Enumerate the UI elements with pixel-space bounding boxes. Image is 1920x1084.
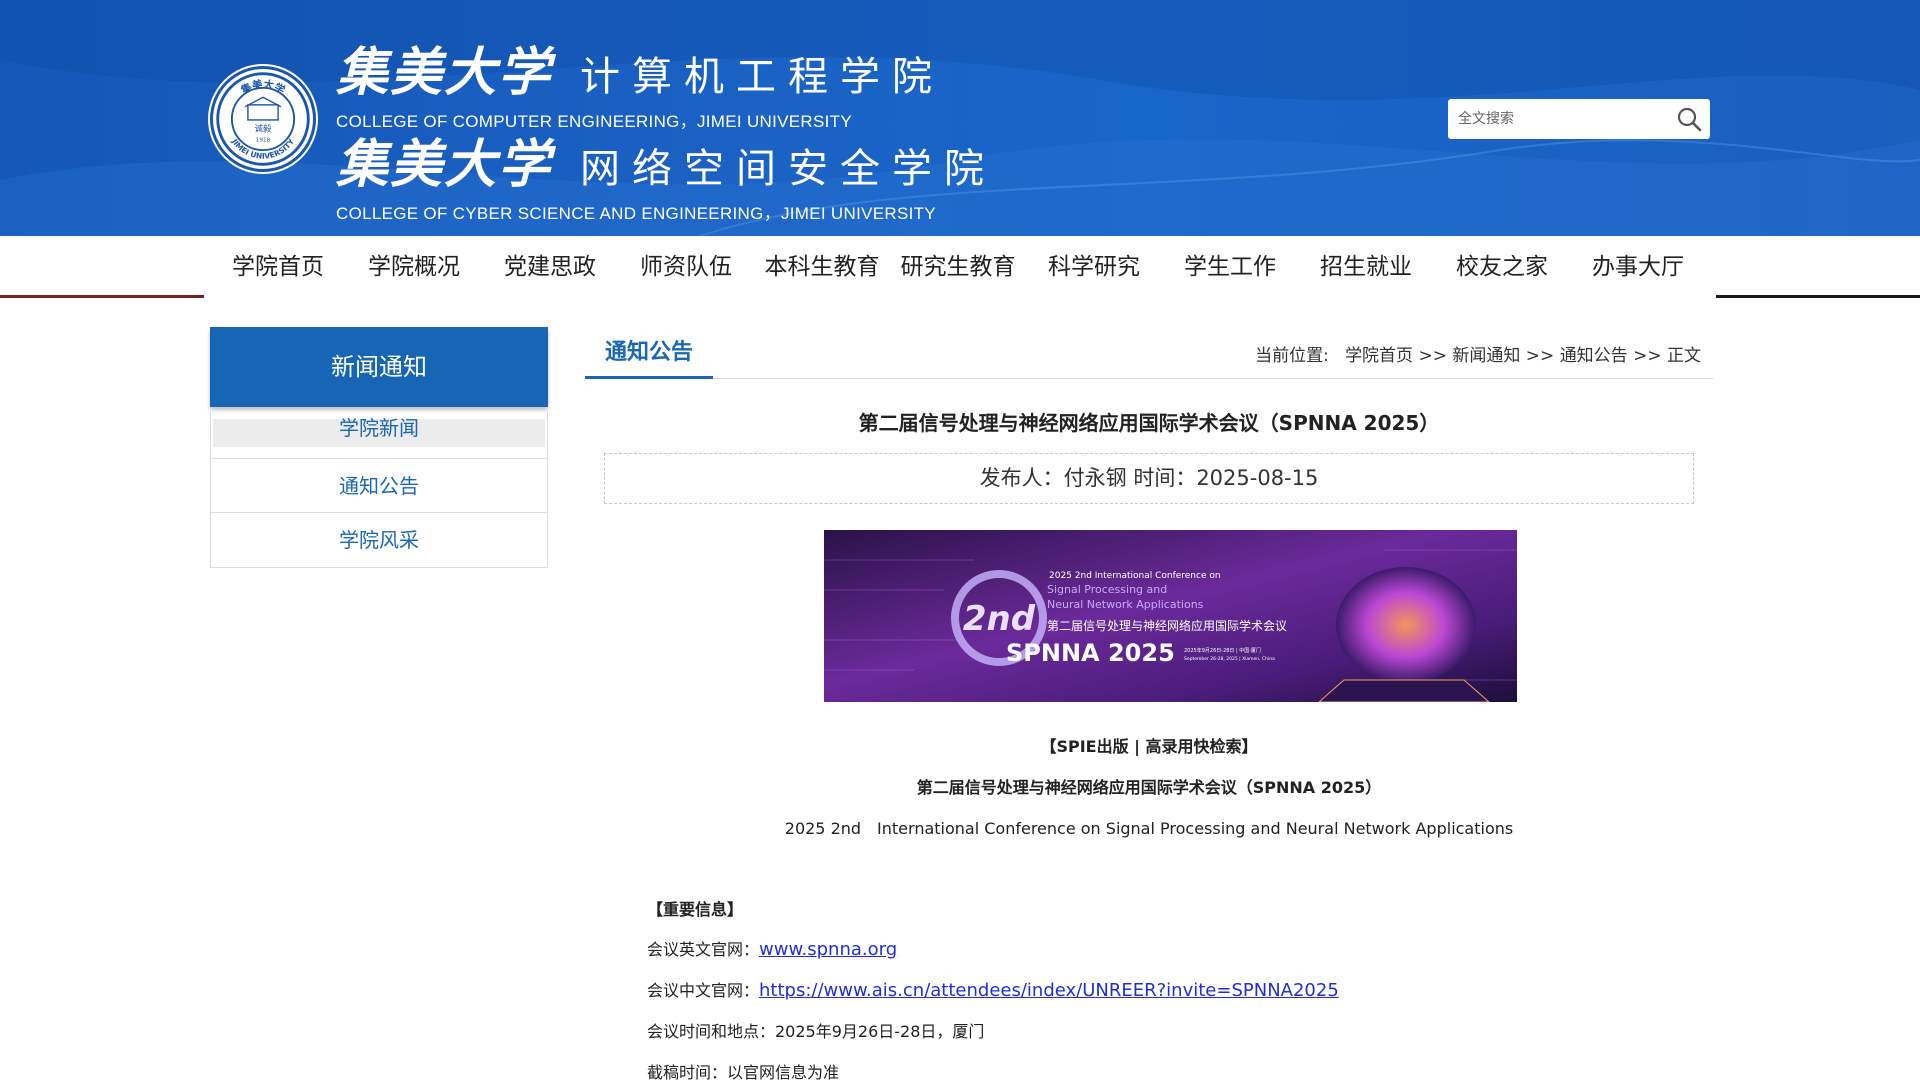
university-seal-logo[interactable]: 集美大学 JIMEI UNIVERSITY 诚毅 1918 [210, 66, 316, 172]
en-site-row: 会议英文官网：www.spnna.org [647, 936, 897, 960]
cn-site-link[interactable]: https://www.ais.cn/attendees/index/UNREE… [759, 980, 1339, 1001]
brand2-college-name: 网络空间安全学院 [580, 146, 997, 192]
article-title: 第二届信号处理与神经网络应用国际学术会议（SPNNA 2025） [858, 411, 1440, 435]
hero-badge: 2nd [963, 599, 1036, 639]
nav-item-faculty[interactable]: 师资队伍 [618, 236, 754, 298]
brand2-english-name: COLLEGE OF CYBER SCIENCE AND ENGINEERING… [336, 204, 936, 223]
spie-tagline: 【SPIE出版 | 高录用快检索】 [1040, 737, 1258, 756]
breadcrumb-prefix: 当前位置: [1255, 346, 1329, 366]
hero-line4: 第二届信号处理与神经网络应用国际学术会议 [1047, 618, 1287, 633]
nav-item-undergrad[interactable]: 本科生教育 [754, 236, 890, 298]
hero-line2: Signal Processing and [1047, 583, 1167, 596]
nav-item-admissions[interactable]: 招生就业 [1298, 236, 1434, 298]
breadcrumb-home[interactable]: 学院首页 [1345, 346, 1413, 366]
article-meta: 发布人：付永钢 时间：2025-08-15 [604, 453, 1694, 504]
main-nav: 学院首页 学院概况 党建思政 师资队伍 本科生教育 研究生教育 科学研究 学生工… [0, 236, 1920, 298]
conference-banner-image: 2nd 2025 2nd International Conference on… [824, 530, 1517, 702]
brand1-university-name: 集美大学 [336, 42, 553, 103]
breadcrumb-notices[interactable]: 通知公告 [1560, 346, 1628, 366]
nav-item-overview[interactable]: 学院概况 [346, 236, 482, 298]
brand-computer-engineering[interactable]: 集美大学 计算机工程学院 COLLEGE OF COMPUTER ENGINEER… [336, 30, 944, 132]
cn-site-row: 会议中文官网：https://www.ais.cn/attendees/inde… [647, 977, 1339, 1001]
en-site-label: 会议英文官网： [647, 940, 760, 959]
breadcrumb-sep: >> [1418, 346, 1447, 366]
sidebar-item-notices[interactable]: 通知公告 [211, 459, 547, 513]
breadcrumb-news[interactable]: 新闻通知 [1452, 346, 1520, 366]
brand2-university-name: 集美大学 [336, 134, 553, 195]
breadcrumb: 当前位置: 学院首页 >> 新闻通知 >> 通知公告 >> 正文 [1255, 341, 1701, 366]
nav-item-party[interactable]: 党建思政 [482, 236, 618, 298]
time-place-text: 会议时间和地点：2025年9月26日-28日，厦门 [647, 1022, 985, 1041]
breadcrumb-current: 正文 [1667, 346, 1701, 366]
seal-motto: 诚毅 [255, 123, 272, 134]
sidebar-title: 新闻通知 [210, 327, 548, 407]
nav-item-alumni[interactable]: 校友之家 [1434, 236, 1570, 298]
brand1-college-name: 计算机工程学院 [580, 54, 945, 100]
important-info-heading: 【重要信息】 [647, 900, 744, 919]
main-content: 通知公告 当前位置: 学院首页 >> 新闻通知 >> 通知公告 >> 正文 第二… [585, 327, 1713, 1082]
nav-divider-left [0, 295, 204, 298]
hero-line3: Neural Network Applications [1047, 598, 1204, 611]
body-cn-title: 第二届信号处理与神经网络应用国际学术会议（SPNNA 2025） [916, 778, 1382, 797]
hero-date-en: September 26-28, 2025 | Xiamen, China [1184, 656, 1275, 662]
sidebar-item-gallery[interactable]: 学院风采 [211, 513, 547, 567]
nav-item-home[interactable]: 学院首页 [210, 236, 346, 298]
search-box [1448, 99, 1710, 139]
body-en-title: 2025 2nd International Conference on Sig… [784, 819, 1514, 838]
nav-item-student-affairs[interactable]: 学生工作 [1162, 236, 1298, 298]
nav-item-services[interactable]: 办事大厅 [1570, 236, 1706, 298]
sidebar: 新闻通知 学院新闻 通知公告 学院风采 [210, 327, 548, 568]
tab-notices[interactable]: 通知公告 [585, 327, 713, 379]
brand-cyber-science[interactable]: 集美大学 网络空间安全学院 COLLEGE OF CYBER SCIENCE AN… [336, 122, 996, 224]
sidebar-list: 学院新闻 通知公告 学院风采 [210, 411, 548, 568]
hero-brand: SPNNA 2025 [1006, 639, 1175, 667]
magnifier-icon[interactable] [1676, 106, 1702, 132]
section-tabbar: 通知公告 当前位置: 学院首页 >> 新闻通知 >> 通知公告 >> 正文 [585, 327, 1713, 379]
nav-divider-right [1716, 295, 1920, 298]
breadcrumb-sep: >> [1633, 346, 1662, 366]
hero-line1: 2025 2nd International Conference on [1049, 571, 1221, 581]
hero-date-cn: 2025年9月26日-28日 | 中国·厦门 [1184, 647, 1261, 654]
sidebar-item-label: 学院新闻 [339, 416, 419, 440]
nav-item-research[interactable]: 科学研究 [1026, 236, 1162, 298]
site-header: 集美大学 JIMEI UNIVERSITY 诚毅 1918 集美大学 计算机工程学… [0, 0, 1920, 236]
sidebar-item-college-news[interactable]: 学院新闻 [211, 411, 547, 459]
breadcrumb-sep: >> [1525, 346, 1555, 366]
search-input[interactable] [1458, 99, 1668, 139]
nav-item-graduate[interactable]: 研究生教育 [890, 236, 1026, 298]
sidebar-item-label: 通知公告 [339, 474, 419, 498]
en-site-link[interactable]: www.spnna.org [759, 939, 897, 960]
sidebar-item-label: 学院风采 [339, 528, 419, 552]
deadline-text: 截稿时间：以官网信息为准 [647, 1063, 840, 1082]
seal-year: 1918 [256, 138, 271, 144]
cn-site-label: 会议中文官网： [647, 981, 760, 1000]
